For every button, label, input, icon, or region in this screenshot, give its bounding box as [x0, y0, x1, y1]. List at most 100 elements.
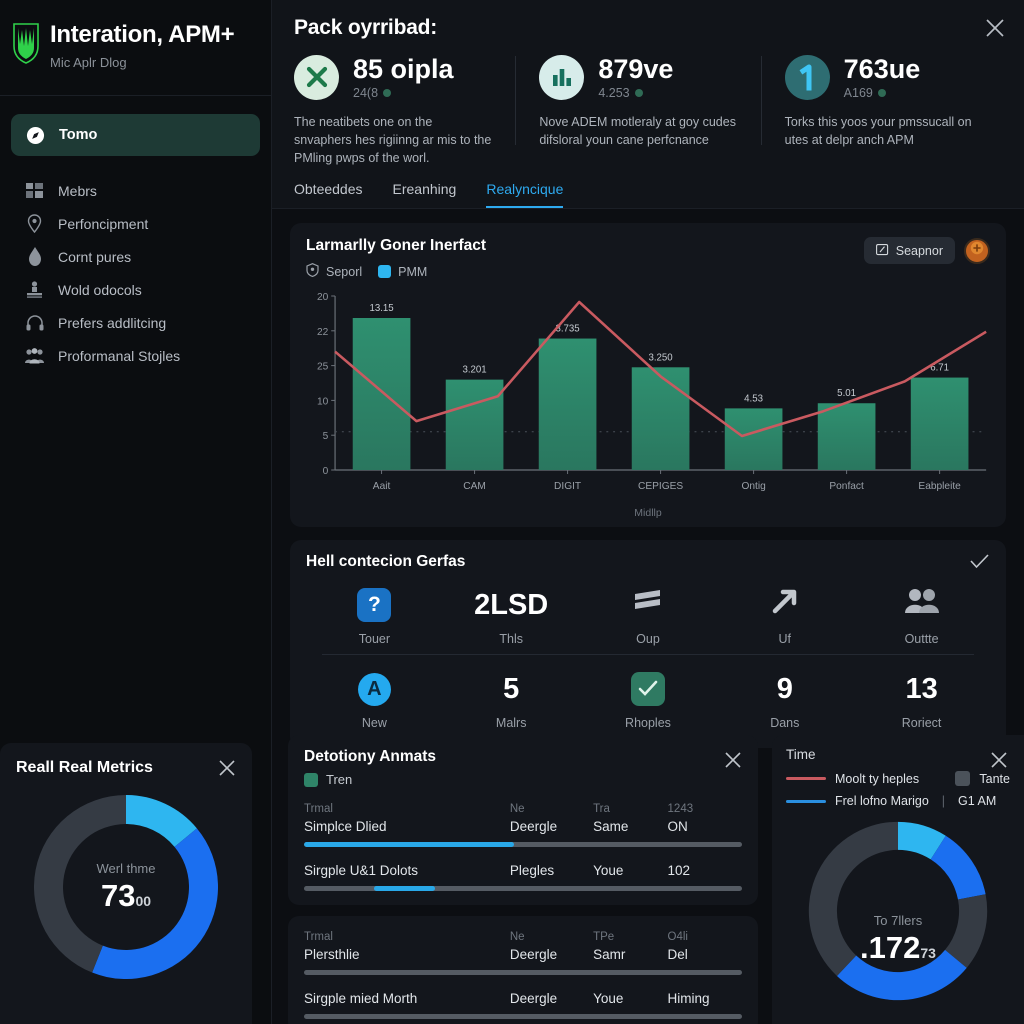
- metric-cell-roriect[interactable]: 13 Roriect: [853, 655, 990, 736]
- metric-cell-rhoples[interactable]: Rhoples: [580, 655, 717, 736]
- metric-label: New: [361, 716, 387, 730]
- diamond-icon: [25, 247, 44, 266]
- sidebar-item-label: Perfoncipment: [58, 215, 149, 232]
- metric-cell-thls[interactable]: 2LSD Thls: [443, 571, 580, 652]
- progress-track: [304, 1014, 742, 1019]
- page-title: Pack oyrribad:: [294, 16, 438, 39]
- svg-text:0: 0: [323, 466, 329, 477]
- progress-track: [304, 842, 742, 847]
- export-icon: [875, 243, 889, 259]
- svg-text:25: 25: [317, 361, 329, 372]
- svg-text:22: 22: [317, 327, 329, 338]
- metric-cell-outtte[interactable]: Outtte: [853, 571, 990, 652]
- table-row[interactable]: Trmal Ne TPe O4li Plersthlie Deergle Sam…: [304, 931, 742, 975]
- legend-item-seporl[interactable]: Seporl: [306, 263, 362, 280]
- tab-realyncique[interactable]: Realyncique: [486, 181, 564, 208]
- chart-xlabel: Midllp: [634, 507, 662, 519]
- metric-cell-touer[interactable]: ? Touer: [306, 571, 443, 652]
- donut-value-suffix: 73: [920, 944, 936, 961]
- kpi-card[interactable]: 879ve 4.253 Nove ADEM motleraly at goy c…: [511, 54, 756, 167]
- sidebar-item-mebrs[interactable]: Mebrs: [11, 174, 260, 207]
- cell-value: Deergle: [509, 991, 558, 1006]
- progress-track: [304, 970, 742, 975]
- legend-item-frel[interactable]: Frel lofno Marigo | G1 AM: [786, 794, 1010, 808]
- monster-logo-icon: [13, 23, 39, 64]
- export-button[interactable]: Seapnor: [863, 237, 955, 264]
- people-group-icon: [25, 346, 44, 365]
- sidebar-item-label: Tomo: [59, 127, 98, 143]
- donut-caption: Werl thme: [96, 860, 156, 876]
- arrow-up-right-icon: [770, 586, 800, 624]
- metric-label: Thls: [499, 632, 523, 646]
- check-icon[interactable]: [970, 554, 989, 574]
- sidebar-item-prefers-addlitcing[interactable]: Prefers addlitcing: [11, 306, 260, 339]
- sidebar-item-proformanal-stojles[interactable]: Proformanal Stojles: [11, 339, 260, 372]
- legend-item-moolt[interactable]: Moolt ty heples Tante: [786, 771, 1010, 786]
- sidebar-item-label: Prefers addlitcing: [58, 314, 167, 331]
- metric-cell-dans[interactable]: 9 Dans: [716, 655, 853, 736]
- kpi-card[interactable]: 763ue A169 Torks this yoos your pmssucal…: [757, 54, 1002, 167]
- svg-text:Ponfact: Ponfact: [829, 481, 864, 492]
- legend-label: G1 AM: [958, 794, 997, 808]
- plus-circle-icon: [970, 241, 984, 260]
- sidebar-item-label: Wold odocols: [58, 281, 142, 298]
- grid-icon: [25, 181, 44, 200]
- cell-value: ON: [667, 819, 688, 834]
- metric-label: Oup: [636, 632, 660, 646]
- kpi-card[interactable]: 85 oipla 24(8 The neatibets one on the s…: [294, 54, 511, 167]
- donut-center-label: Werl thme 7300: [16, 789, 236, 985]
- kpi-description: The neatibets one on the snvaphers hes r…: [294, 115, 492, 165]
- cell-value: Youe: [593, 863, 624, 878]
- legend-label: PMM: [398, 264, 428, 279]
- square-swatch-icon: [955, 771, 971, 786]
- svg-text:20: 20: [317, 292, 329, 303]
- sidebar-item-perfoncipment[interactable]: Perfoncipment: [11, 207, 260, 240]
- kpi-subvalue: 4.253: [598, 86, 673, 100]
- legend-item-pmm[interactable]: PMM: [378, 265, 427, 279]
- kpi-subvalue-text: 4.253: [598, 86, 630, 100]
- sidebar-item-wold-odocols[interactable]: Wold odocols: [11, 273, 260, 306]
- check-square-icon: [630, 672, 665, 706]
- metric-cell-new[interactable]: A New: [306, 655, 443, 736]
- cell-value: Youe: [593, 991, 624, 1006]
- cell-value: Himing: [667, 991, 710, 1006]
- svg-text:13.15: 13.15: [369, 303, 394, 314]
- donut-caption: To 7llers: [873, 912, 923, 928]
- metric-label: Uf: [778, 632, 792, 646]
- column-header: Ne: [509, 931, 525, 943]
- svg-text:CEPIGES: CEPIGES: [638, 481, 683, 492]
- metric-cell-malrs[interactable]: 5 Malrs: [443, 655, 580, 736]
- kpi-description: Nove ADEM motleraly at goy cudes difslor…: [539, 115, 736, 147]
- metric-label: Roriect: [901, 716, 942, 730]
- svg-text:CAM: CAM: [463, 481, 486, 492]
- bar-chart-icon: [539, 54, 585, 100]
- close-panel-button[interactable]: [990, 751, 1008, 769]
- kpi-row: 85 oipla 24(8 The neatibets one on the s…: [294, 54, 1002, 167]
- column-header: TPe: [593, 931, 615, 943]
- cell-value: Plegles: [509, 863, 555, 878]
- sidebar-item-tomo[interactable]: Tomo: [11, 114, 260, 156]
- table-row[interactable]: Sirgple mied Morth Deergle Youe Himing: [304, 991, 742, 1019]
- tab-obteeddes[interactable]: Obteeddes: [294, 181, 363, 208]
- chart-legend: Seporl PMM: [306, 263, 486, 280]
- table-row[interactable]: Sirgple U&1 Dolots Plegles Youe 102: [304, 863, 742, 891]
- metrics-row-2: A New 5 Malrs Rhoples 9 Dans 13 Roriect: [306, 655, 990, 736]
- close-panel-button[interactable]: [218, 759, 236, 777]
- add-button[interactable]: [964, 237, 990, 264]
- metric-label: Outtte: [904, 632, 939, 646]
- svg-text:Aait: Aait: [373, 481, 391, 492]
- metrics-title: Hell contecion Gerfas: [306, 553, 466, 570]
- tab-ereanhing[interactable]: Ereanhing: [393, 181, 457, 208]
- sidebar-item-cornt-pures[interactable]: Cornt pures: [11, 240, 260, 273]
- svg-text:DIGIT: DIGIT: [554, 481, 582, 492]
- metric-cell-oup[interactable]: Oup: [580, 571, 717, 652]
- metric-cell-uf[interactable]: Uf: [716, 571, 853, 652]
- svg-text:Ontig: Ontig: [741, 481, 766, 492]
- metric-value: 9: [776, 672, 793, 705]
- status-dot-icon: [877, 89, 886, 97]
- close-overview-button[interactable]: [984, 17, 1006, 39]
- close-panel-button[interactable]: [724, 751, 742, 769]
- location-pin-icon: [25, 214, 44, 233]
- table-row[interactable]: Trmal Ne Tra 1243 Simplce Dlied Deergle …: [304, 803, 742, 847]
- tab-bar: Obteeddes Ereanhing Realyncique: [294, 181, 1002, 208]
